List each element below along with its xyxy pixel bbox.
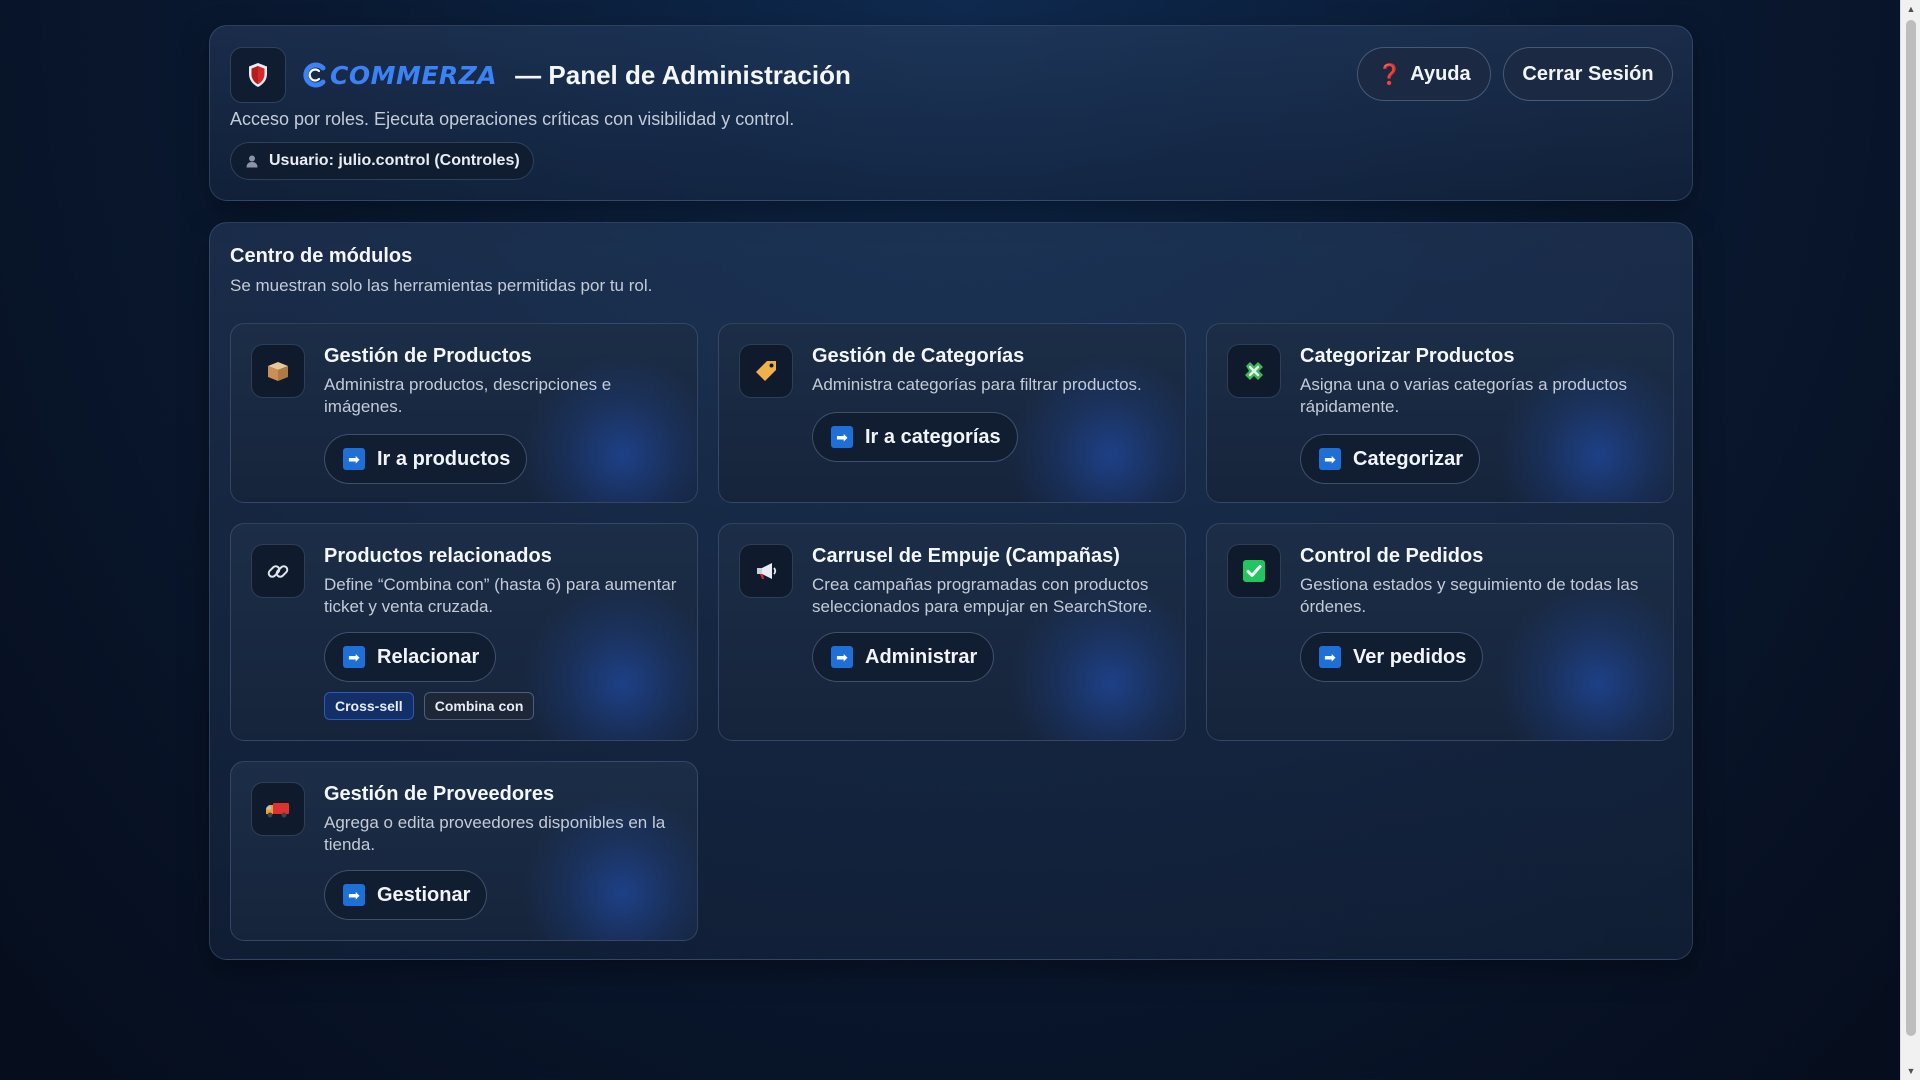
logout-button[interactable]: Cerrar Sesión	[1503, 47, 1673, 101]
arrow-right-icon: ➡	[831, 426, 853, 448]
card-title: Gestión de Categorías	[812, 345, 1025, 367]
card-title: Control de Pedidos	[1300, 545, 1484, 567]
scroll-down-icon[interactable]: ▼	[1901, 1062, 1920, 1080]
box-icon	[251, 344, 305, 398]
modules-subtitle: Se muestran solo las herramientas permit…	[230, 276, 653, 295]
tag-combina-con: Combina con	[423, 692, 535, 720]
view-orders-button[interactable]: ➡ Ver pedidos	[1300, 632, 1484, 682]
manage-suppliers-button[interactable]: ➡ Gestionar	[324, 870, 488, 920]
arrow-right-icon: ➡	[343, 448, 365, 470]
scrollbar-thumb[interactable]	[1906, 20, 1916, 1036]
card-description: Agrega o edita proveedores disponibles e…	[324, 813, 666, 854]
user-label: Usuario: julio.control (Controles)	[269, 152, 520, 169]
scroll-up-icon[interactable]: ▲	[1901, 0, 1920, 18]
logo-c-icon	[303, 62, 326, 88]
card-title: Gestión de Proveedores	[324, 783, 555, 805]
help-button[interactable]: ❓ Ayuda	[1357, 47, 1491, 101]
link-icon	[251, 544, 305, 598]
modules-title: Centro de módulos	[230, 245, 413, 267]
user-badge: Usuario: julio.control (Controles)	[230, 142, 534, 180]
page-title: — Panel de Administración	[515, 59, 851, 90]
card-description: Administra categorías para filtrar produ…	[812, 375, 1142, 394]
shield-icon	[230, 47, 286, 103]
button-label: Categorizar	[1353, 447, 1464, 470]
card-description: Crea campañas programadas con productos …	[812, 575, 1153, 616]
card-title: Carrusel de Empuje (Campañas)	[812, 545, 1120, 567]
header-panel: COMMERZA — Panel de Administración Acces…	[209, 25, 1693, 201]
tag-icon	[739, 344, 793, 398]
categorize-button[interactable]: ➡ Categorizar	[1300, 434, 1481, 484]
module-card-carrusel: Carrusel de Empuje (Campañas) Crea campa…	[718, 523, 1186, 741]
header-subtitle: Acceso por roles. Ejecuta operaciones cr…	[230, 109, 795, 129]
brand-row: COMMERZA — Panel de Administración	[230, 47, 851, 103]
card-description: Asigna una o varias categorías a product…	[1300, 375, 1627, 416]
arrow-right-icon: ➡	[831, 646, 853, 668]
tag-list: Cross-sell Combina con	[324, 692, 535, 720]
module-card-categorizar: Categorizar Productos Asigna una o varia…	[1206, 323, 1674, 503]
module-card-categorias: Gestión de Categorías Administra categor…	[718, 323, 1186, 503]
button-label: Administrar	[865, 645, 978, 668]
card-title: Categorizar Productos	[1300, 345, 1515, 367]
arrow-right-icon: ➡	[343, 884, 365, 906]
arrow-right-icon: ➡	[343, 646, 365, 668]
megaphone-icon	[739, 544, 793, 598]
arrow-right-icon: ➡	[1319, 448, 1341, 470]
card-title: Productos relacionados	[324, 545, 552, 567]
commerza-logo: COMMERZA	[302, 61, 497, 90]
card-description: Define “Combina con” (hasta 6) para aume…	[324, 575, 677, 616]
button-label: Ir a categorías	[865, 425, 1001, 448]
help-label: Ayuda	[1410, 62, 1471, 85]
card-description: Administra productos, descripciones e im…	[324, 375, 612, 416]
module-card-productos: Gestión de Productos Administra producto…	[230, 323, 698, 503]
check-icon	[1227, 544, 1281, 598]
card-description: Gestiona estados y seguimiento de todas …	[1300, 575, 1639, 616]
go-categories-button[interactable]: ➡ Ir a categorías	[812, 412, 1018, 462]
arrow-right-icon: ➡	[1319, 646, 1341, 668]
button-label: Ver pedidos	[1353, 645, 1467, 668]
module-card-proveedores: Gestión de Proveedores Agrega o edita pr…	[230, 761, 698, 941]
user-icon	[246, 155, 258, 168]
button-label: Gestionar	[377, 883, 471, 906]
relate-button[interactable]: ➡ Relacionar	[324, 632, 497, 682]
manage-campaigns-button[interactable]: ➡ Administrar	[812, 632, 995, 682]
button-label: Ir a productos	[377, 447, 511, 470]
admin-page: COMMERZA — Panel de Administración Acces…	[0, 0, 1900, 1080]
go-products-button[interactable]: ➡ Ir a productos	[324, 434, 528, 484]
truck-icon	[251, 782, 305, 836]
modules-panel: Centro de módulos Se muestran solo las h…	[209, 222, 1693, 960]
page-scrollbar[interactable]: ▲ ▼	[1900, 0, 1920, 1080]
tag-cross-sell: Cross-sell	[324, 692, 414, 720]
button-label: Relacionar	[377, 645, 480, 668]
brand-name: COMMERZA	[330, 60, 498, 90]
module-card-pedidos: Control de Pedidos Gestiona estados y se…	[1206, 523, 1674, 741]
puzzle-icon	[1227, 344, 1281, 398]
question-icon: ❓	[1377, 63, 1403, 86]
logout-label: Cerrar Sesión	[1522, 62, 1654, 85]
module-card-relacionados: Productos relacionados Define “Combina c…	[230, 523, 698, 741]
card-title: Gestión de Productos	[324, 345, 532, 367]
